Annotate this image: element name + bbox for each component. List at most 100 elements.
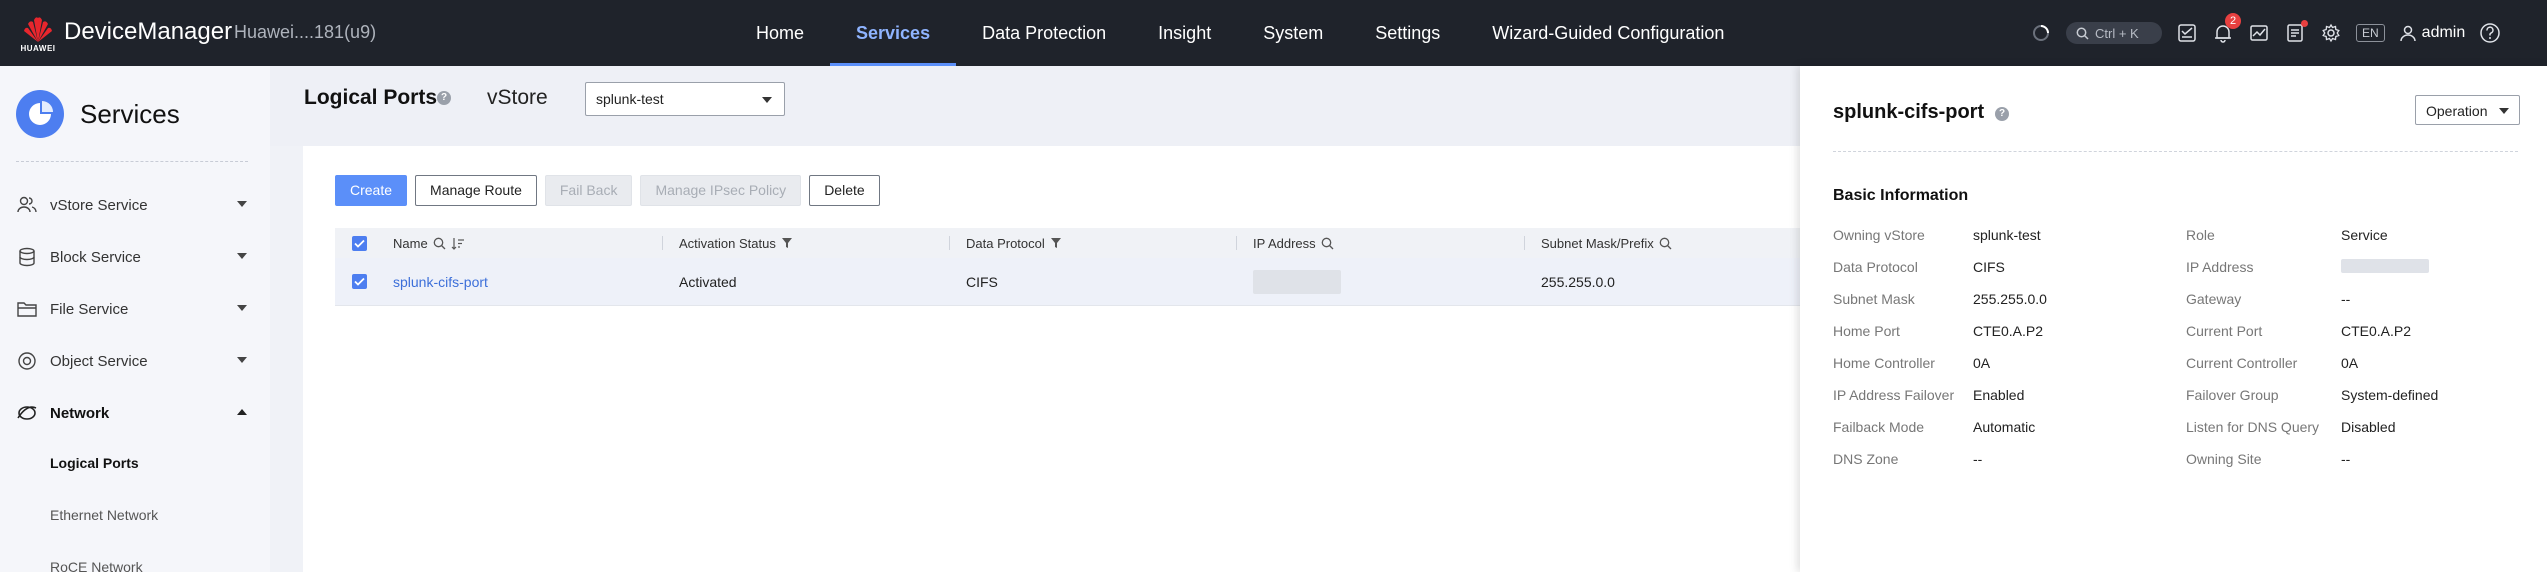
field-label: Home Controller	[1833, 355, 1935, 371]
logical-ports-table: Name Activation Status Data Protocol IP …	[335, 228, 1903, 306]
help-icon[interactable]: ?	[1995, 107, 2009, 121]
field-value: Disabled	[2341, 419, 2396, 435]
sidebar: Services vStore Service Block Service Fi…	[0, 66, 270, 572]
field-label: Gateway	[2186, 291, 2242, 307]
redacted-ip-address	[2341, 259, 2429, 273]
bell-icon[interactable]: 2	[2212, 13, 2241, 44]
report-icon[interactable]	[2284, 20, 2308, 44]
nav-wizard-guided-configuration[interactable]: Wizard-Guided Configuration	[1466, 0, 1750, 66]
help-icon[interactable]: ?	[437, 91, 451, 105]
chevron-down-icon	[237, 201, 247, 207]
nav-settings[interactable]: Settings	[1349, 0, 1466, 66]
field-value: --	[1973, 451, 1983, 467]
field-value: 255.255.0.0	[1973, 291, 2047, 307]
delete-button[interactable]: Delete	[809, 175, 880, 206]
data-protocol-cell: CIFS	[966, 273, 998, 290]
global-search[interactable]: Ctrl + K	[2066, 22, 2162, 44]
sidebar-item-object-service[interactable]: Object Service	[16, 346, 248, 376]
task-icon[interactable]	[2176, 22, 2198, 44]
port-name-link[interactable]: splunk-cifs-port	[393, 258, 488, 305]
manage-ipsec-policy-button[interactable]: Manage IPsec Policy	[640, 175, 802, 206]
field-value: 0A	[2341, 355, 2359, 371]
field-value: Automatic	[1973, 419, 2036, 435]
column-label: Data Protocol	[966, 235, 1045, 251]
field-label: Current Port	[2186, 323, 2263, 339]
chevron-down-icon	[237, 253, 247, 259]
field-value: CTE0.A.P2	[1973, 323, 2044, 339]
vstore-select[interactable]: splunk-test	[585, 82, 785, 116]
field-label: Failback Mode	[1833, 419, 1925, 435]
sidebar-subitem-logical-ports[interactable]: Logical Ports	[50, 455, 139, 471]
field-value: CTE0.A.P2	[2341, 323, 2412, 339]
drawer-title: splunk-cifs-port	[1833, 101, 1985, 123]
sidebar-subitem-roce-network[interactable]: RoCE Network	[50, 559, 143, 572]
field-label: IP Address	[2186, 259, 2254, 275]
table-row[interactable]: splunk-cifs-port Activated CIFS 255.255.…	[335, 258, 1903, 306]
filter-icon[interactable]	[1050, 237, 1062, 249]
column-name[interactable]: Name	[393, 228, 465, 258]
field-label: Subnet Mask	[1833, 291, 1915, 307]
sidebar-header: Services	[16, 90, 180, 138]
create-button[interactable]: Create	[335, 175, 408, 206]
activation-status-cell: Activated	[679, 273, 737, 290]
user-menu[interactable]: admin	[2399, 24, 2465, 42]
gear-icon[interactable]	[2320, 22, 2342, 44]
field-label: Role	[2186, 227, 2215, 243]
monitor-icon[interactable]	[2248, 22, 2270, 44]
basic-information-heading: Basic Information	[1833, 187, 1969, 204]
chevron-up-icon	[237, 409, 247, 415]
manage-route-button[interactable]: Manage Route	[415, 175, 537, 206]
sidebar-item-label: vStore Service	[50, 196, 148, 214]
select-all-checkbox[interactable]	[352, 228, 367, 258]
column-data-protocol[interactable]: Data Protocol	[966, 228, 1062, 258]
search-icon[interactable]	[1659, 237, 1672, 250]
vstore-label: vStore	[487, 86, 548, 109]
table-header: Name Activation Status Data Protocol IP …	[335, 228, 1903, 258]
nav-insight[interactable]: Insight	[1132, 0, 1237, 66]
field-value: CIFS	[1973, 259, 2005, 275]
fail-back-button[interactable]: Fail Back	[544, 175, 633, 206]
device-name[interactable]: Huawei....181(u9)	[234, 22, 376, 43]
ip-address-cell	[1253, 258, 1341, 305]
sidebar-item-block-service[interactable]: Block Service	[16, 242, 248, 272]
header-tools: Ctrl + K 2 EN admin	[2030, 0, 2501, 66]
nav-home[interactable]: Home	[730, 0, 830, 66]
network-icon	[16, 402, 38, 424]
field-label: Owning Site	[2186, 451, 2262, 467]
folder-icon	[16, 298, 38, 320]
search-icon	[2076, 27, 2089, 40]
nav-system[interactable]: System	[1237, 0, 1349, 66]
help-icon[interactable]	[2479, 22, 2501, 44]
redacted-ip-address	[1253, 269, 1341, 294]
nav-services[interactable]: Services	[830, 0, 957, 66]
chevron-down-icon	[762, 97, 772, 103]
sidebar-item-file-service[interactable]: File Service	[16, 294, 248, 324]
sidebar-item-vstore-service[interactable]: vStore Service	[16, 190, 248, 220]
column-subnet-mask[interactable]: Subnet Mask/Prefix	[1541, 228, 1672, 258]
filter-icon[interactable]	[781, 237, 793, 249]
search-shortcut: Ctrl + K	[2095, 25, 2139, 41]
sidebar-subitem-ethernet-network[interactable]: Ethernet Network	[50, 507, 158, 523]
column-separator	[662, 236, 663, 250]
sidebar-title: Services	[80, 98, 180, 129]
brand[interactable]: HUAWEI DeviceManager	[18, 14, 232, 54]
column-ip-address[interactable]: IP Address	[1253, 228, 1334, 258]
field-value: Service	[2341, 227, 2388, 243]
field-label: DNS Zone	[1833, 451, 1899, 467]
search-icon[interactable]	[433, 237, 446, 250]
services-pie-icon	[16, 90, 64, 138]
search-icon[interactable]	[1321, 237, 1334, 250]
operation-dropdown[interactable]: Operation	[2415, 95, 2520, 125]
field-label: Home Port	[1833, 323, 1900, 339]
column-activation-status[interactable]: Activation Status	[679, 228, 793, 258]
subnet-mask-cell: 255.255.0.0	[1541, 273, 1615, 290]
sort-icon[interactable]	[451, 237, 465, 250]
column-separator	[1236, 236, 1237, 250]
huawei-logo-icon: HUAWEI	[18, 14, 58, 54]
sidebar-item-network[interactable]: Network	[16, 398, 248, 428]
column-label: Name	[393, 235, 428, 251]
nav-data-protection[interactable]: Data Protection	[956, 0, 1132, 66]
logo-text: HUAWEI	[20, 44, 56, 53]
language-switch[interactable]: EN	[2356, 24, 2385, 42]
row-checkbox[interactable]	[352, 258, 367, 305]
